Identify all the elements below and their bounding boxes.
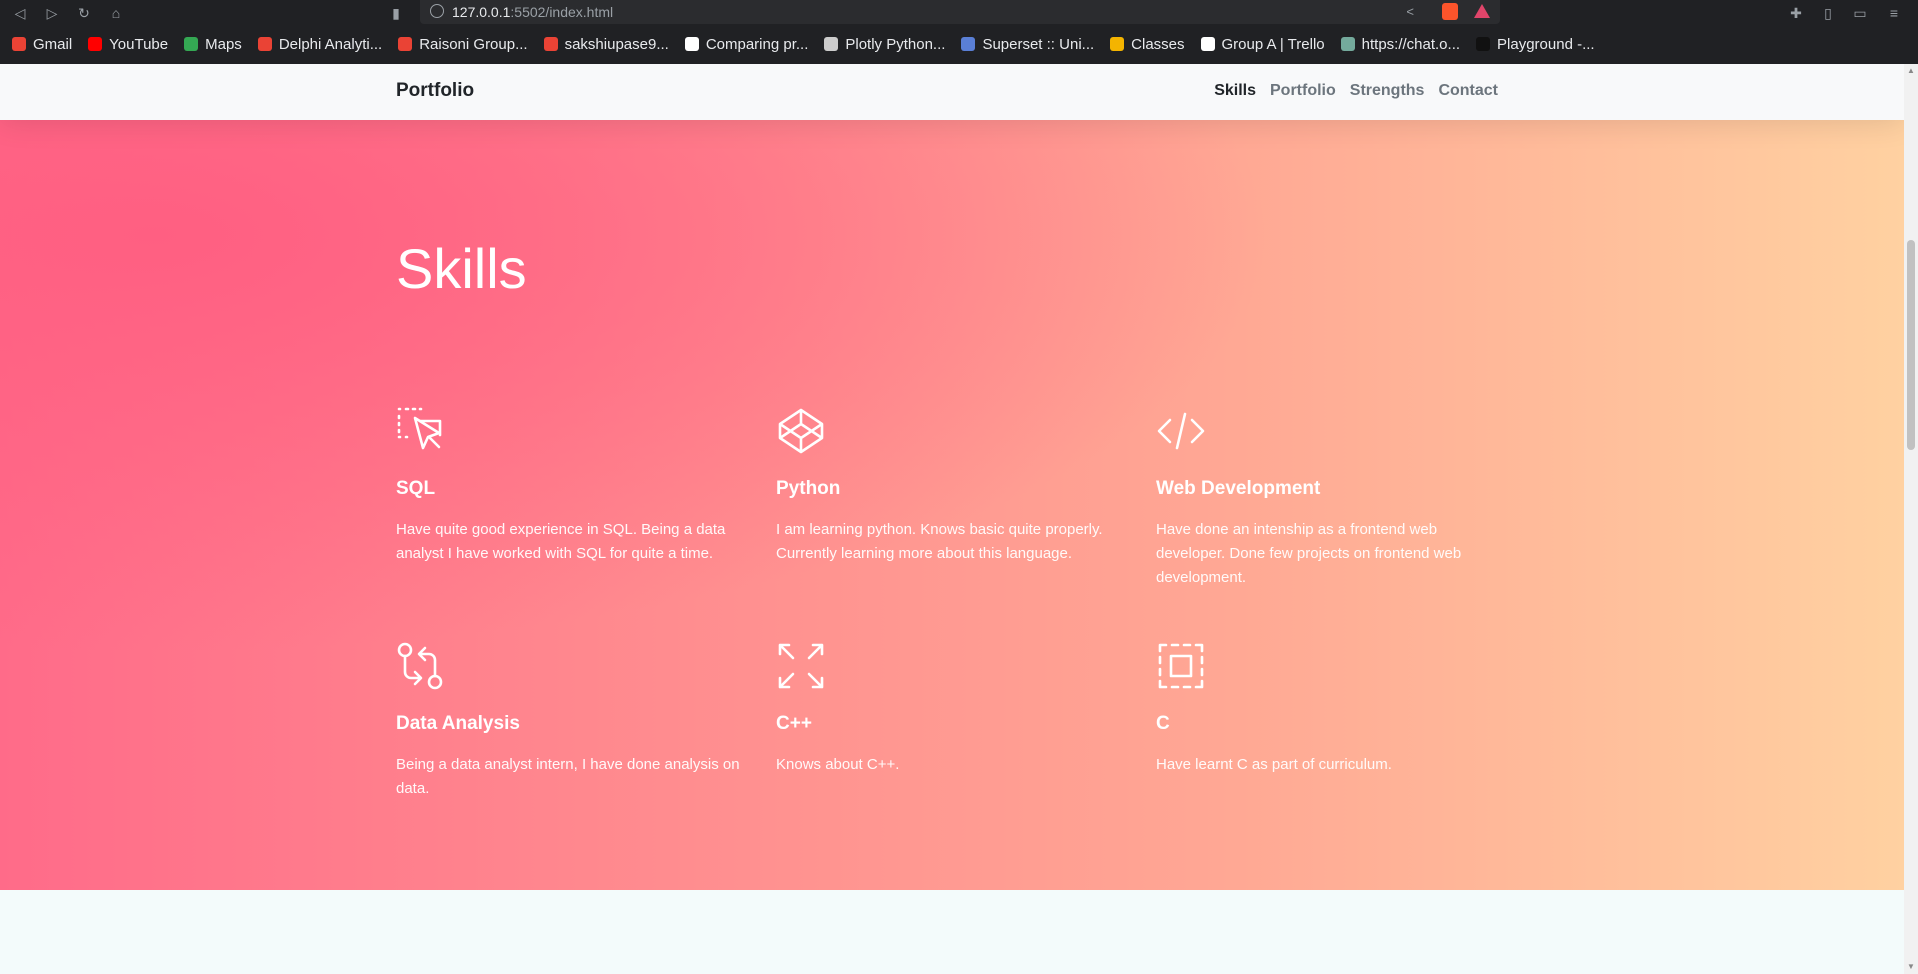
bookmark-item[interactable]: Playground -...: [1476, 36, 1595, 53]
globe-icon: [824, 37, 839, 51]
bookmark-label: Plotly Python...: [845, 35, 946, 53]
git-compare-icon: [397, 642, 443, 690]
skill-description: Knows about C++.: [776, 756, 900, 773]
bookmark-label: Gmail: [33, 35, 73, 53]
nav-links: Skills Portfolio Strengths Contact: [1200, 82, 1498, 100]
home-icon[interactable]: ⌂: [106, 3, 126, 23]
skill-title: C: [1156, 713, 1170, 734]
skill-title: SQL: [396, 478, 436, 499]
extensions-icon[interactable]: ✚: [1786, 3, 1806, 23]
browser-toolbar: ◁ ▷ ↻ ⌂ ▮ 127.0.0.1:5502/index.html < ✚ …: [0, 0, 1918, 26]
site-info-icon[interactable]: [430, 4, 444, 18]
bookmark-item[interactable]: Delphi Analyti...: [257, 35, 383, 53]
forward-icon[interactable]: ▷: [42, 3, 62, 23]
classroom-icon: [1110, 37, 1125, 51]
sidebar-icon[interactable]: ▯: [1818, 3, 1838, 23]
cursor-select-icon: [397, 407, 442, 450]
back-icon[interactable]: ◁: [10, 3, 30, 23]
bookmark-label: Group A | Trello: [1221, 35, 1325, 53]
scroll-down-icon[interactable]: ▼: [1906, 962, 1916, 972]
bookmark-item[interactable]: Maps: [184, 36, 242, 53]
bookmark-label: sakshiupase9...: [564, 35, 669, 53]
bookmark-item[interactable]: YouTube: [88, 36, 168, 53]
gmail-icon: [398, 37, 413, 51]
skill-description: Have quite good experience in SQL. Being…: [396, 521, 726, 562]
skill-card-web-development: Web Development Have done an intenship a…: [1156, 406, 1506, 590]
codepen-icon: [778, 408, 824, 454]
site-navbar: Portfolio Skills Portfolio Strengths Con…: [0, 64, 1904, 120]
skill-description: I am learning python. Knows basic quite …: [776, 521, 1103, 562]
bookmark-label: Comparing pr...: [705, 35, 809, 53]
bookmark-item[interactable]: Raisoni Group...: [398, 35, 528, 53]
bookmark-page-icon[interactable]: ▮: [386, 3, 406, 23]
bookmark-label: Maps: [205, 35, 242, 53]
superset-icon: [961, 37, 976, 51]
openai-icon: [1340, 37, 1355, 51]
url-host: 127.0.0.1: [452, 4, 511, 20]
bookmark-label: Delphi Analyti...: [278, 35, 383, 53]
gmail-icon: [257, 37, 272, 51]
bookmark-item[interactable]: Gmail: [12, 36, 72, 53]
gmail-icon: [543, 37, 558, 51]
nav-link-skills[interactable]: Skills: [1214, 82, 1256, 100]
nav-link-portfolio[interactable]: Portfolio: [1270, 82, 1336, 100]
bookmark-item[interactable]: Group A | Trello: [1200, 35, 1325, 53]
trello-icon: [1200, 37, 1215, 51]
nav-link-strengths[interactable]: Strengths: [1350, 82, 1425, 100]
bookmark-label: Playground -...: [1497, 35, 1595, 53]
brave-rewards-icon[interactable]: [1474, 4, 1490, 18]
skill-description: Have done an intenship as a frontend web…: [1156, 521, 1462, 586]
bookmarks-bar: Gmail YouTube Maps Delphi Analyti... Raisoni…: [0, 30, 1918, 58]
reload-icon[interactable]: ↻: [74, 3, 94, 23]
github-icon: [684, 37, 699, 51]
skills-section: Skills SQL Have quite good experience in…: [0, 120, 1904, 890]
nav-link-contact[interactable]: Contact: [1438, 82, 1498, 100]
bookmark-item[interactable]: https://chat.o...: [1340, 35, 1461, 53]
wallet-icon[interactable]: ▭: [1850, 3, 1870, 23]
code-icon: [1157, 412, 1205, 450]
brand-link[interactable]: Portfolio: [396, 80, 474, 102]
maximize-icon: [778, 643, 824, 689]
youtube-icon: [88, 37, 103, 51]
url-path: :5502/index.html: [510, 4, 614, 20]
bookmark-item[interactable]: Superset :: Uni...: [961, 36, 1094, 53]
skill-card-cpp: C++ Knows about C++.: [776, 641, 1126, 777]
bookmark-label: YouTube: [109, 35, 169, 53]
bookmark-label: https://chat.o...: [1361, 35, 1461, 53]
box-select-icon: [1158, 643, 1204, 689]
skill-title: Data Analysis: [396, 713, 520, 734]
bookmark-label: Superset :: Uni...: [982, 35, 1095, 53]
bookmark-item[interactable]: sakshiupase9...: [543, 35, 669, 53]
skill-title: C++: [776, 713, 812, 734]
skill-description: Have learnt C as part of curriculum.: [1156, 756, 1392, 773]
maps-icon: [184, 37, 199, 51]
bookmark-item[interactable]: Plotly Python...: [824, 36, 945, 53]
skill-title: Python: [776, 478, 841, 499]
openai-icon: [1476, 37, 1491, 51]
share-icon[interactable]: <: [1406, 4, 1414, 19]
browser-chrome: ◁ ▷ ↻ ⌂ ▮ 127.0.0.1:5502/index.html < ✚ …: [0, 0, 1918, 64]
scrollbar-thumb[interactable]: [1907, 240, 1915, 450]
skill-card-data-analysis: Data Analysis Being a data analyst inter…: [396, 641, 746, 801]
gmail-icon: [12, 37, 26, 51]
skill-card-c: C Have learnt C as part of curriculum.: [1156, 641, 1506, 777]
bookmark-item[interactable]: Classes: [1110, 35, 1185, 53]
bookmark-item[interactable]: Comparing pr...: [684, 35, 809, 53]
address-bar[interactable]: 127.0.0.1:5502/index.html <: [420, 0, 1500, 24]
skill-description: Being a data analyst intern, I have done…: [396, 756, 740, 797]
brave-shield-icon[interactable]: [1442, 3, 1458, 20]
skill-card-python: Python I am learning python. Knows basic…: [776, 406, 1126, 566]
page-viewport: Portfolio Skills Portfolio Strengths Con…: [0, 64, 1904, 974]
section-title: Skills: [396, 237, 527, 300]
page-scrollbar[interactable]: ▲ ▼: [1904, 64, 1918, 974]
skill-card-sql: SQL Have quite good experience in SQL. B…: [396, 406, 746, 566]
skill-title: Web Development: [1156, 478, 1321, 499]
bookmark-label: Raisoni Group...: [419, 35, 528, 53]
menu-icon[interactable]: ≡: [1884, 3, 1904, 23]
bookmark-label: Classes: [1131, 35, 1185, 53]
scroll-up-icon[interactable]: ▲: [1906, 66, 1916, 76]
next-section: [0, 890, 1904, 974]
